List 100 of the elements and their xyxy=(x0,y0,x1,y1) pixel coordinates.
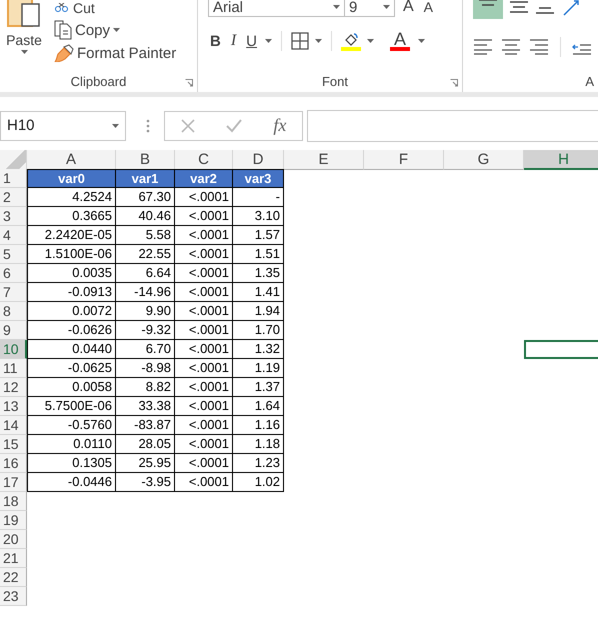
table-cell: <.0001 xyxy=(175,397,233,416)
row-header[interactable]: 18 xyxy=(0,492,27,511)
table-cell: -0.0625 xyxy=(27,359,116,378)
row-header[interactable]: 5 xyxy=(0,245,27,264)
top-align-icon[interactable] xyxy=(473,0,503,19)
paste-button[interactable]: Paste xyxy=(0,0,48,54)
table-cell: 0.0440 xyxy=(27,340,116,359)
table-cell: -0.0446 xyxy=(27,473,116,492)
table-cell: 3.10 xyxy=(233,207,284,226)
row-header[interactable]: 14 xyxy=(0,416,27,435)
group-label: Clipboard xyxy=(70,74,128,89)
row-header[interactable]: 15 xyxy=(0,435,27,454)
active-cell[interactable] xyxy=(524,340,598,359)
formula-input-field[interactable] xyxy=(307,110,598,142)
format-painter-button[interactable]: Format Painter xyxy=(52,44,178,62)
caret-icon[interactable] xyxy=(315,39,322,43)
font-name-field[interactable]: Arial xyxy=(208,0,345,17)
italic-button[interactable]: I xyxy=(228,32,238,50)
table-cell: 0.1305 xyxy=(27,454,116,473)
table-cell: 1.94 xyxy=(233,302,284,321)
table-cell: <.0001 xyxy=(175,321,233,340)
table-cell: 4.2524 xyxy=(27,188,116,207)
caret-icon[interactable] xyxy=(113,28,120,32)
row-header[interactable]: 2 xyxy=(0,188,27,207)
row-header[interactable]: 21 xyxy=(0,549,27,568)
group-label: A xyxy=(584,74,594,89)
row-header[interactable]: 6 xyxy=(0,264,27,283)
align-center-icon[interactable] xyxy=(501,39,521,55)
column-header[interactable]: D xyxy=(233,150,284,170)
table-cell: 2.2420E-05 xyxy=(27,226,116,245)
caret-icon[interactable] xyxy=(20,50,28,54)
table-cell: 33.38 xyxy=(116,397,175,416)
dialog-launcher-icon[interactable] xyxy=(185,79,193,87)
column-header[interactable]: H xyxy=(524,150,598,170)
table-cell: <.0001 xyxy=(175,435,233,454)
increase-font-size-button[interactable]: A xyxy=(401,0,416,16)
column-header[interactable]: E xyxy=(284,150,364,170)
checkmark-icon[interactable] xyxy=(226,118,242,132)
column-header[interactable]: B xyxy=(116,150,175,170)
column-header[interactable]: A xyxy=(27,150,116,170)
row-header[interactable]: 17 xyxy=(0,473,27,492)
row-header[interactable]: 9 xyxy=(0,321,27,340)
column-header[interactable]: F xyxy=(364,150,444,170)
row-header[interactable]: 12 xyxy=(0,378,27,397)
row-header[interactable]: 23 xyxy=(0,587,27,606)
row-header[interactable]: 8 xyxy=(0,302,27,321)
scissors-icon xyxy=(54,3,70,13)
caret-icon[interactable] xyxy=(367,39,374,43)
column-header[interactable]: G xyxy=(444,150,524,170)
caret-icon[interactable] xyxy=(333,5,340,9)
caret-icon[interactable] xyxy=(418,39,426,43)
row-header[interactable]: 22 xyxy=(0,568,27,587)
row-header[interactable]: 13 xyxy=(0,397,27,416)
insert-function-button[interactable]: fx xyxy=(273,115,286,136)
decrease-font-size-button[interactable]: A xyxy=(422,0,436,15)
table-cell: 1.57 xyxy=(233,226,284,245)
align-right-icon[interactable] xyxy=(529,39,549,55)
fill-color-icon[interactable] xyxy=(341,31,362,51)
row-header[interactable]: 19 xyxy=(0,511,27,530)
table-header-cell: var0 xyxy=(27,169,116,188)
row-header[interactable]: 20 xyxy=(0,530,27,549)
table-cell: 5.7500E-06 xyxy=(27,397,116,416)
table-cell: <.0001 xyxy=(175,245,233,264)
row-header[interactable]: 16 xyxy=(0,454,27,473)
table-header-cell: var2 xyxy=(175,169,233,188)
table-cell: 67.30 xyxy=(116,188,175,207)
table-cell: 1.5100E-06 xyxy=(27,245,116,264)
cut-button[interactable]: Cut xyxy=(52,0,178,16)
table-cell: <.0001 xyxy=(175,188,233,207)
drag-handle-icon[interactable] xyxy=(146,118,150,132)
copy-button[interactable]: Copy xyxy=(52,20,178,40)
table-cell: -14.96 xyxy=(116,283,175,302)
column-header[interactable]: C xyxy=(175,150,233,170)
row-header[interactable]: 4 xyxy=(0,226,27,245)
row-header[interactable]: 10 xyxy=(0,340,27,359)
table-cell: <.0001 xyxy=(175,283,233,302)
caret-icon[interactable] xyxy=(265,39,272,43)
caret-icon[interactable] xyxy=(383,5,390,9)
row-header[interactable]: 3 xyxy=(0,207,27,226)
table-cell: 1.18 xyxy=(233,435,284,454)
borders-icon[interactable] xyxy=(291,32,310,50)
dialog-launcher-icon[interactable] xyxy=(450,79,458,87)
table-cell: <.0001 xyxy=(175,454,233,473)
underline-button[interactable]: U xyxy=(244,32,260,50)
row-header[interactable]: 1 xyxy=(0,169,27,188)
name-box[interactable]: H10 xyxy=(0,110,126,140)
table-header-cell: var3 xyxy=(233,169,284,188)
table-cell: 1.02 xyxy=(233,473,284,492)
caret-icon[interactable] xyxy=(112,124,119,128)
table-cell: 1.32 xyxy=(233,340,284,359)
table-cell: -0.5760 xyxy=(27,416,116,435)
table-cell: 28.05 xyxy=(116,435,175,454)
row-header[interactable]: 11 xyxy=(0,359,27,378)
align-left-icon[interactable] xyxy=(473,39,493,55)
table-cell: 25.95 xyxy=(116,454,175,473)
font-color-button[interactable]: A xyxy=(388,31,412,51)
font-size-field[interactable]: 9 xyxy=(345,0,395,17)
row-header[interactable]: 7 xyxy=(0,283,27,302)
bold-button[interactable]: B xyxy=(208,32,223,50)
table-cell: 1.64 xyxy=(233,397,284,416)
